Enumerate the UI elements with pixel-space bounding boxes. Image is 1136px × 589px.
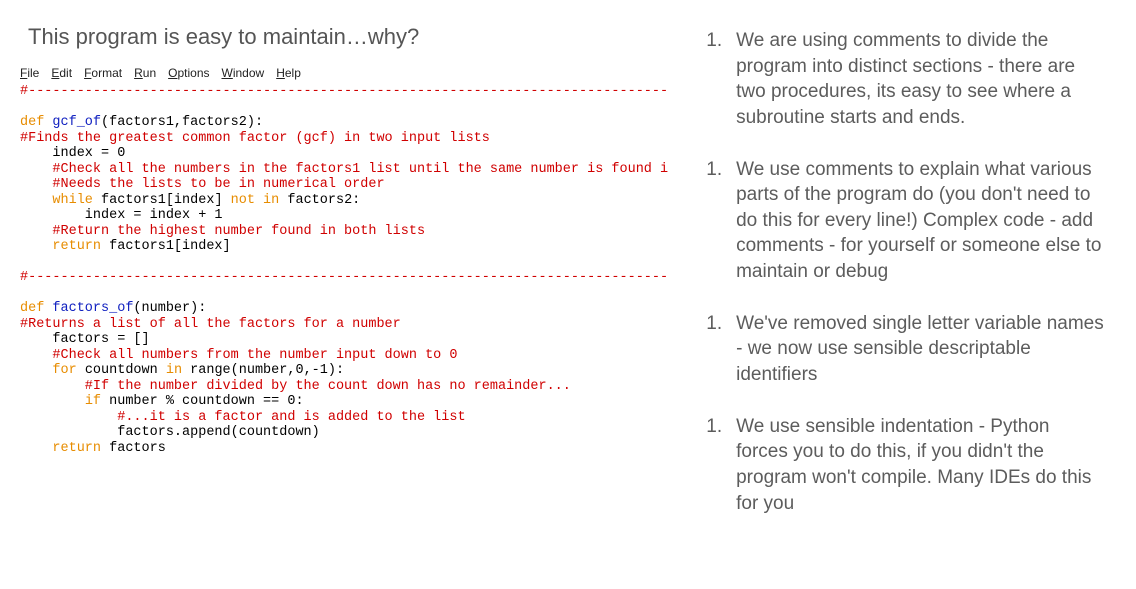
ide-menu-item[interactable]: Edit: [51, 66, 72, 80]
ide-menu-item[interactable]: File: [20, 66, 39, 80]
code-line: while factors1[index] not in factors2:: [20, 193, 668, 209]
code-line: #---------------------------------------…: [20, 270, 668, 286]
code-line: index = index + 1: [20, 208, 668, 224]
code-line: return factors: [20, 441, 668, 457]
code-line: [20, 286, 668, 302]
code-line: factors.append(countdown): [20, 425, 668, 441]
code-line: if number % countdown == 0:: [20, 394, 668, 410]
code-line: #Check all the numbers in the factors1 l…: [20, 162, 668, 178]
ide-menu-item[interactable]: Run: [134, 66, 156, 80]
bullet-number: 1.: [688, 414, 736, 440]
ide-menu-bar: File Edit Format Run Options Window Help: [20, 64, 668, 84]
slide: This program is easy to maintain…why? Fi…: [0, 0, 1136, 589]
code-line: #If the number divided by the count down…: [20, 379, 668, 395]
bullet-text: We've removed single letter variable nam…: [736, 311, 1106, 388]
code-line: def factors_of(number):: [20, 301, 668, 317]
code-line: #Needs the lists to be in numerical orde…: [20, 177, 668, 193]
code-line: [20, 255, 668, 271]
bullet-item: 1.We are using comments to divide the pr…: [688, 28, 1106, 131]
question-text: This program is easy to maintain…why?: [28, 24, 668, 50]
code-block: #---------------------------------------…: [20, 84, 668, 456]
bullet-item: 1.We use comments to explain what variou…: [688, 157, 1106, 285]
code-line: #Finds the greatest common factor (gcf) …: [20, 131, 668, 147]
bullet-list: 1.We are using comments to divide the pr…: [688, 28, 1106, 516]
ide-menu-item[interactable]: Help: [276, 66, 301, 80]
code-line: return factors1[index]: [20, 239, 668, 255]
bullet-number: 1.: [688, 28, 736, 54]
bullet-text: We use comments to explain what various …: [736, 157, 1106, 285]
bullet-item: 1.We use sensible indentation - Python f…: [688, 414, 1106, 517]
code-line: [20, 100, 668, 116]
bullet-item: 1.We've removed single letter variable n…: [688, 311, 1106, 388]
ide-menu-item[interactable]: Window: [222, 66, 265, 80]
code-line: #...it is a factor and is added to the l…: [20, 410, 668, 426]
left-column: This program is easy to maintain…why? Fi…: [20, 20, 688, 579]
code-line: factors = []: [20, 332, 668, 348]
code-line: #Return the highest number found in both…: [20, 224, 668, 240]
code-line: def gcf_of(factors1,factors2):: [20, 115, 668, 131]
bullet-text: We are using comments to divide the prog…: [736, 28, 1106, 131]
code-line: #Returns a list of all the factors for a…: [20, 317, 668, 333]
bullet-number: 1.: [688, 157, 736, 183]
code-line: #---------------------------------------…: [20, 84, 668, 100]
ide-menu-item[interactable]: Format: [84, 66, 122, 80]
bullet-text: We use sensible indentation - Python for…: [736, 414, 1106, 517]
ide-window: File Edit Format Run Options Window Help #----…: [20, 64, 668, 456]
right-column: 1.We are using comments to divide the pr…: [688, 20, 1106, 579]
ide-menu-item[interactable]: Options: [168, 66, 209, 80]
code-line: index = 0: [20, 146, 668, 162]
code-line: for countdown in range(number,0,-1):: [20, 363, 668, 379]
code-line: #Check all numbers from the number input…: [20, 348, 668, 364]
bullet-number: 1.: [688, 311, 736, 337]
